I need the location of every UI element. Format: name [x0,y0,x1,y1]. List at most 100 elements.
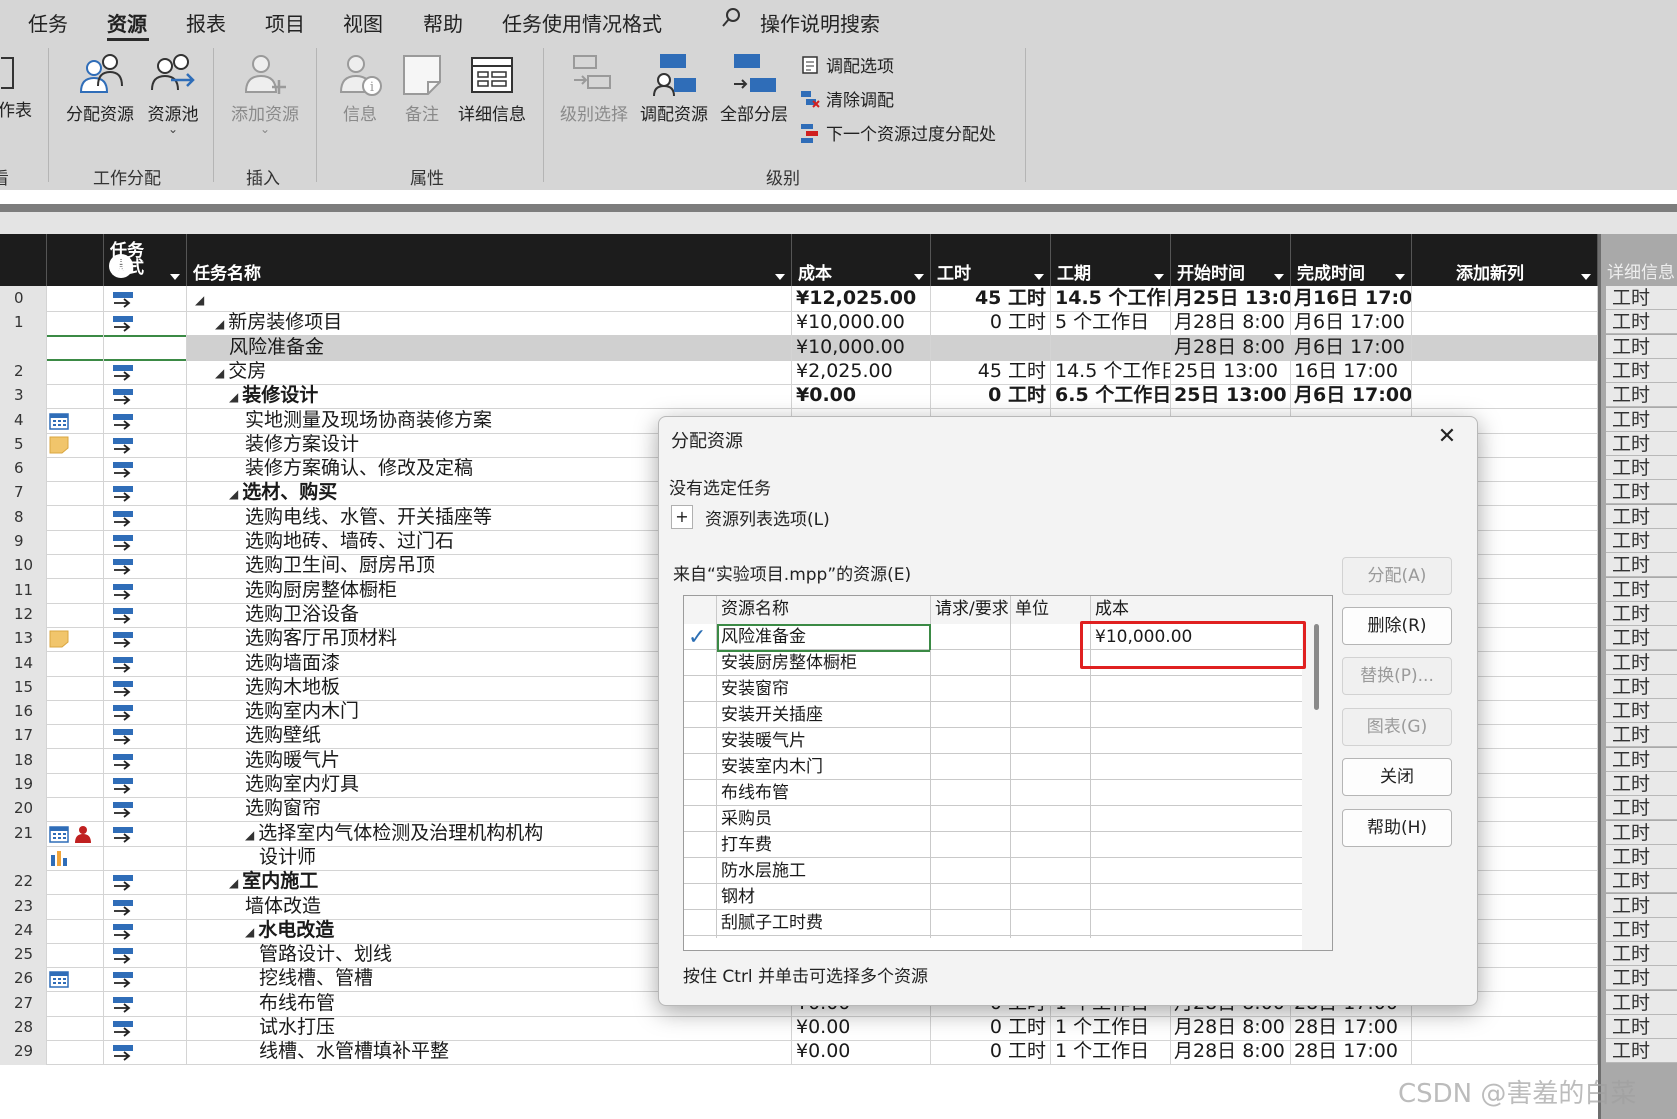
dropdown-arrow-icon[interactable] [1154,274,1164,280]
task-mode-cell[interactable] [104,358,187,385]
menu-tab-help[interactable]: 帮助 [423,8,463,37]
task-mode-cell[interactable] [104,431,187,458]
unit-cell[interactable] [1011,754,1091,782]
dropdown-arrow-icon[interactable] [1274,274,1284,280]
resource-name-cell[interactable]: 刮腻子工时费 [717,910,931,938]
duration-column-header[interactable]: 工期 [1051,234,1171,286]
collapse-triangle-icon[interactable]: ◢ [229,876,238,890]
finish-cell[interactable]: 28日 17:00 [1291,1015,1412,1041]
work-cell[interactable] [931,334,1051,361]
cost-cell[interactable]: ¥2,025.00 [792,358,931,385]
task-name-cell[interactable]: ◢ [187,286,792,312]
work-cell[interactable]: 0 工时 [931,310,1051,337]
task-mode-cell[interactable] [104,674,187,701]
table-row[interactable]: 28 试水打压 ¥0.00 0 工时 1 个工作日 月28日 8:00 28日 17:00 [0,1015,1598,1041]
resource-row[interactable]: 安装暖气片 [684,728,1304,756]
resource-cost-cell[interactable] [1091,858,1304,886]
task-mode-cell[interactable] [104,504,187,531]
start-cell[interactable]: 25日 13:00 [1171,358,1291,385]
cost-cell[interactable]: ¥10,000.00 [792,334,931,361]
task-mode-cell[interactable] [104,310,187,337]
resource-name-cell[interactable]: 安装室内木门 [717,754,931,782]
row-number[interactable]: 11 [0,577,47,604]
menu-tab-view[interactable]: 视图 [343,8,383,37]
row-number[interactable]: 2 [0,358,47,385]
collapse-triangle-icon[interactable]: ◢ [195,293,204,307]
resource-row[interactable]: 安装室内木门 [684,754,1304,782]
resource-list-options-label[interactable]: 资源列表选项(L) [705,505,830,530]
task-mode-cell[interactable] [104,917,187,944]
row-number[interactable]: 21 [0,820,47,847]
task-mode-cell[interactable] [104,1015,187,1041]
search-box[interactable]: 操作说明搜索 [760,8,880,37]
row-number[interactable]: 20 [0,796,47,823]
task-mode-cell[interactable] [104,383,187,410]
request-cell[interactable] [931,910,1011,938]
task-mode-cell[interactable] [104,529,187,555]
row-number[interactable]: 0 [0,286,47,312]
leveling-options-button[interactable]: 调配选项 [800,52,894,77]
resource-name-cell[interactable]: 布线布管 [717,780,931,808]
resource-grid-scrollbar[interactable] [1302,596,1332,950]
start-cell[interactable]: 月28日 8:00 [1171,1015,1291,1041]
add-resource-button[interactable]: 添加资源 ⌄ [224,50,306,136]
task-name-column-header[interactable]: 任务名称 [187,234,792,286]
unit-cell[interactable] [1011,702,1091,730]
task-mode-cell[interactable] [104,480,187,507]
row-number[interactable]: 16 [0,699,47,726]
request-cell[interactable] [931,884,1011,912]
resource-name-cell[interactable]: 安装窗帘 [717,676,931,704]
task-mode-cell[interactable] [104,820,187,847]
task-name-cell[interactable]: 试水打压 [187,1015,792,1041]
resource-cost-cell[interactable] [1091,702,1304,730]
resource-row[interactable]: 布线布管 [684,780,1304,808]
indicators-column-header[interactable]: i [47,234,133,286]
task-mode-cell[interactable] [104,577,187,604]
task-mode-cell[interactable] [104,456,187,483]
task-mode-cell[interactable] [104,844,187,871]
task-name-cell[interactable]: ◢ 交房 [187,358,792,385]
resource-cost-cell[interactable] [1091,676,1304,704]
task-mode-cell[interactable] [104,286,187,312]
task-mode-cell[interactable] [104,966,187,993]
request-cell[interactable] [931,858,1011,886]
task-mode-cell[interactable] [104,893,187,920]
row-number[interactable]: 15 [0,674,47,701]
work-cell[interactable]: 0 工时 [931,1039,1051,1066]
work-cell[interactable]: 45 工时 [931,286,1051,312]
start-cell[interactable]: 月28日 8:00 [1171,334,1291,361]
menu-tab-project[interactable]: 项目 [265,8,305,37]
row-number[interactable]: 10 [0,553,47,580]
task-name-cell[interactable]: ◢ 新房装修项目 [187,310,792,337]
scrollbar-thumb[interactable] [1314,624,1319,710]
finish-column-header[interactable]: 完成时间 [1291,234,1412,286]
collapse-triangle-icon[interactable]: ◢ [215,366,224,380]
start-cell[interactable]: 月25日 13:00 [1171,286,1291,312]
collapse-triangle-icon[interactable]: ◢ [245,828,254,842]
menu-tab-task-usage-format[interactable]: 任务使用情况格式 [502,8,662,37]
task-mode-cell[interactable] [104,723,187,750]
task-mode-cell[interactable] [104,942,187,969]
table-row[interactable]: 3 ◢ 装修设计 ¥0.00 0 工时 6.5 个工作日 25日 13:00 月6日 17:0… [0,383,1598,410]
task-mode-cell[interactable] [104,796,187,823]
add-column-cell[interactable] [1412,383,1598,410]
cost-cell[interactable]: ¥12,025.00 [792,286,931,312]
row-number[interactable]: 13 [0,626,47,653]
resource-pool-button[interactable]: 资源池 ⌄ [140,50,206,136]
duration-cell[interactable]: 6.5 个工作日 [1051,383,1171,410]
level-selection-button[interactable]: 级别选择 [556,50,632,125]
graphs-button[interactable]: 图表(G) [1342,708,1452,746]
request-cell[interactable] [931,650,1011,678]
duration-cell[interactable]: 1 个工作日 [1051,1015,1171,1041]
task-name-cell[interactable]: ◢ 装修设计 [187,383,792,410]
assign-resources-button[interactable]: 分配资源 [62,50,138,125]
row-number[interactable]: 27 [0,990,47,1017]
information-button[interactable]: i 信息 [334,50,386,125]
level-all-button[interactable]: 全部分层 [716,50,792,125]
unit-cell[interactable] [1011,624,1091,652]
assign-button[interactable]: 分配(A) [1342,557,1452,595]
resource-name-cell[interactable]: 钢材 [717,884,931,912]
row-number[interactable]: 22 [0,869,47,896]
row-number[interactable]: 5 [0,431,47,458]
clear-leveling-button[interactable]: 清除调配 [800,86,894,111]
